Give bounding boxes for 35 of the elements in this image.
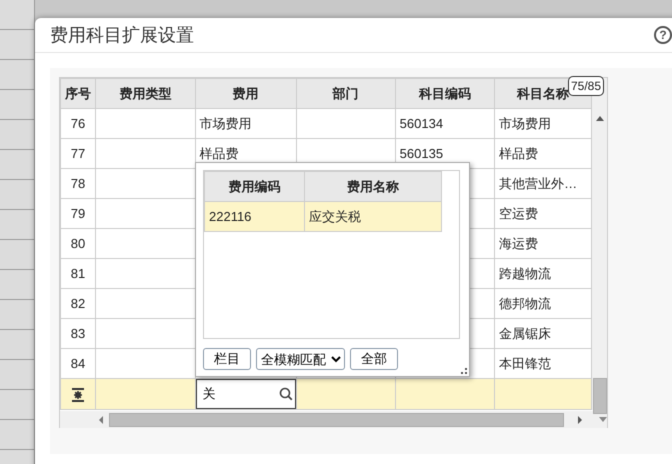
row-number: 82 [60, 288, 96, 318]
help-button[interactable]: ? [654, 26, 672, 44]
columns-button[interactable]: 栏目 [203, 348, 251, 370]
row-counter: 75/85 [568, 76, 604, 96]
column-header: 科目编码 [395, 78, 495, 108]
column-header: 序号 [60, 78, 96, 108]
scrollbar-thumb[interactable] [592, 378, 607, 414]
scroll-left-icon[interactable] [99, 416, 103, 424]
match-mode-dropdown[interactable]: 全模糊匹配 [256, 348, 345, 370]
column-header: 费用编码 [204, 172, 304, 202]
column-header: 费用类型 [96, 78, 195, 108]
table-cell: 市场费用 [195, 108, 296, 138]
row-number: 78 [60, 168, 96, 198]
scroll-right-icon[interactable] [578, 416, 582, 424]
row-number: 83 [60, 318, 96, 348]
row-number: 81 [60, 258, 96, 288]
search-icon[interactable] [278, 387, 292, 401]
resize-grip-icon[interactable] [461, 368, 467, 374]
input-field[interactable]: 关 [196, 379, 296, 409]
row-number: 79 [60, 198, 96, 228]
gear-icon[interactable] [71, 388, 85, 402]
row-number: 77 [60, 138, 96, 168]
scroll-down-icon[interactable] [599, 417, 607, 422]
scroll-up-icon[interactable] [596, 116, 604, 121]
row-number: 76 [60, 108, 96, 138]
column-header: 费用名称 [304, 172, 442, 202]
table-cell: 560134 [395, 108, 495, 138]
scrollbar-thumb[interactable] [109, 412, 564, 426]
all-button[interactable]: 全部 [350, 348, 398, 370]
table-cell[interactable]: 应交关税 [304, 202, 442, 232]
row-number: 80 [60, 228, 96, 258]
column-header: 费用 [195, 78, 296, 108]
table-cell[interactable]: 222116 [204, 202, 304, 232]
dialog-title: 费用科目扩展设置 [50, 24, 194, 47]
column-header: 部门 [296, 78, 396, 108]
